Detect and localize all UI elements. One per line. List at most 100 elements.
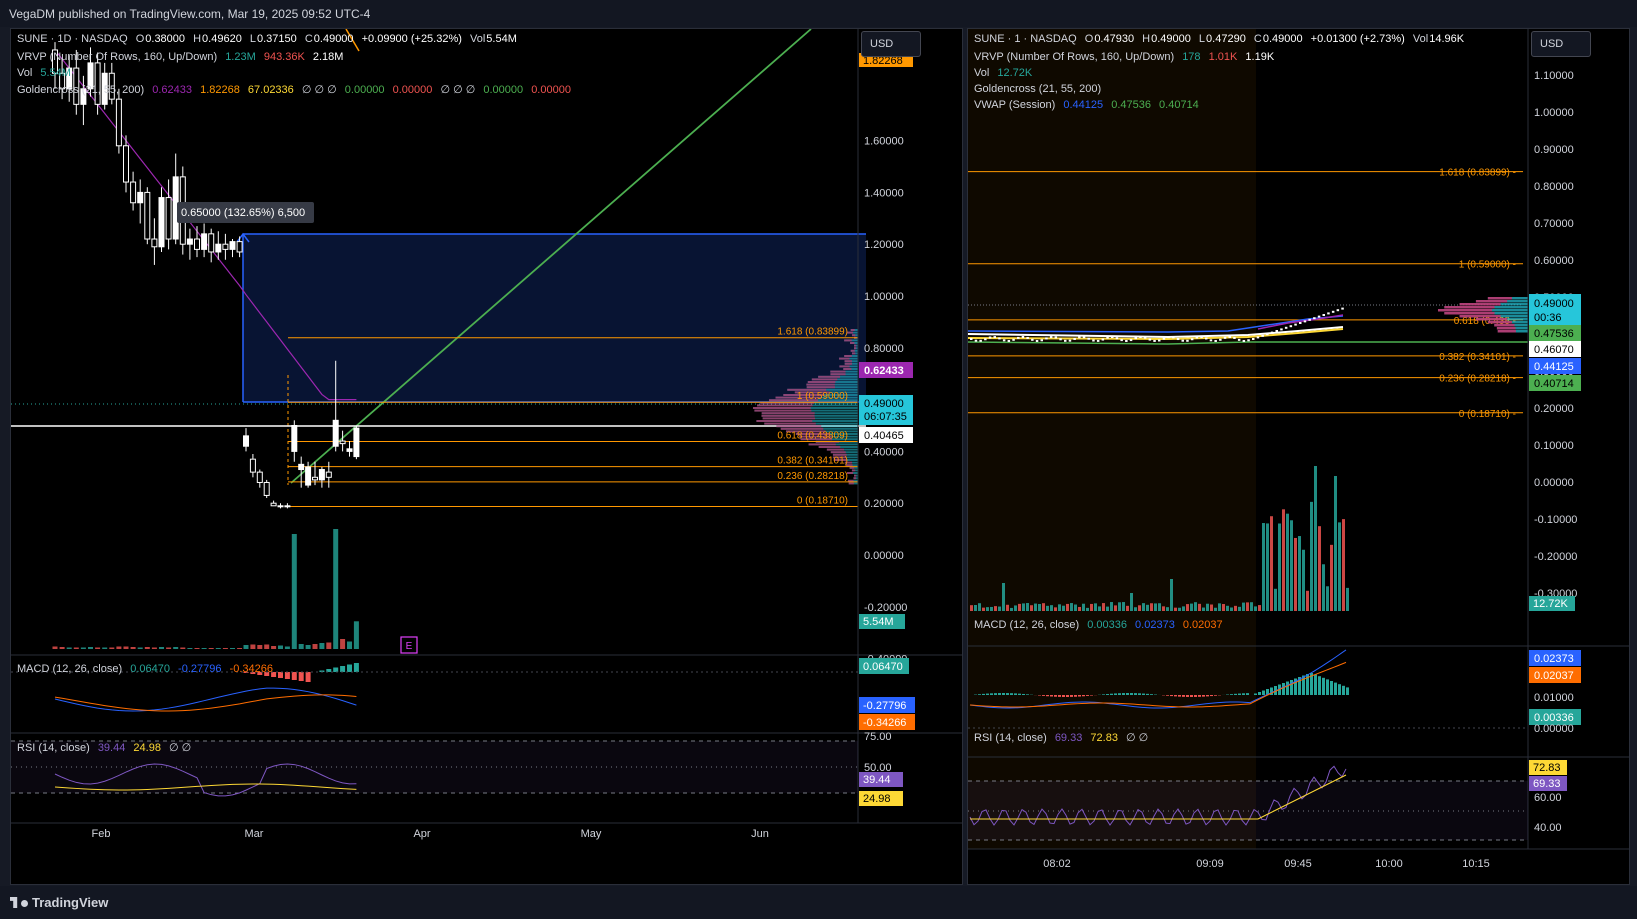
vrvp-down-bar: [1444, 306, 1494, 309]
volume-bar: [1250, 602, 1253, 611]
macd-histogram-bar: [1078, 695, 1081, 697]
volume-bar: [1202, 608, 1205, 611]
candle-body: [306, 467, 311, 485]
macd-legend[interactable]: MACD (12, 26, close) 0.06470 -0.27796 -0…: [17, 663, 278, 675]
candle-body: [1196, 336, 1199, 338]
volume-bar: [74, 648, 79, 650]
volume-bar: [1018, 604, 1021, 611]
volume-bar: [1022, 603, 1025, 611]
candle-body: [1219, 339, 1222, 341]
candle-body: [1026, 337, 1029, 339]
rsi-axis-75: 75.00: [864, 731, 892, 743]
countdown-badge: 06:07:35: [864, 411, 907, 423]
candle-body: [292, 426, 297, 452]
time-axis-label: Feb: [92, 828, 111, 840]
measure-box[interactable]: [243, 234, 866, 402]
vrvp-down-bar: [850, 342, 854, 344]
candle-body: [1294, 324, 1297, 326]
vrvp-down-bar: [1460, 303, 1501, 306]
candle-body: [319, 470, 324, 480]
volume-bar: [1210, 605, 1213, 611]
candle-body: [237, 242, 242, 252]
intraday-chart-pane[interactable]: 1.618 (0.83899) -1 (0.59000) -0.618 (0.4…: [967, 28, 1630, 885]
tradingview-logo[interactable]: TradingView: [10, 895, 108, 910]
volume-bar: [1262, 523, 1265, 611]
fib-level-label: 0 (0.18710): [797, 496, 848, 507]
volume-bar: [1282, 509, 1285, 611]
rsi-badge: 69.33: [1533, 778, 1561, 790]
candle-body: [994, 336, 997, 338]
macd-axis-001: 0.01000: [1534, 692, 1574, 704]
volume-bar: [1174, 608, 1177, 611]
candle-body: [1158, 339, 1161, 341]
candle-body: [1252, 338, 1255, 340]
candle-body: [975, 340, 978, 342]
candle-body: [1078, 336, 1081, 338]
candle-body: [1088, 338, 1091, 340]
earnings-marker-label: E: [406, 641, 413, 652]
vrvp-down-bar: [1494, 324, 1514, 327]
macd-histogram-bar: [1118, 693, 1121, 695]
daily-chart-pane[interactable]: 1.618 (0.83899) 1 (0.59000) 0.618 (0.43809…: [10, 28, 963, 885]
vrvp-down-bar: [839, 358, 849, 360]
volume-bar: [102, 648, 107, 650]
candle-body: [1083, 336, 1086, 338]
volume-legend[interactable]: Vol 5.54M: [17, 67, 76, 79]
volume-legend[interactable]: Vol 12.72K: [974, 67, 1037, 79]
volume-bar: [159, 647, 164, 649]
macd-histogram-bar: [1018, 694, 1021, 695]
candle-body: [1233, 337, 1236, 339]
macd-histogram-bar: [1130, 693, 1133, 695]
rsi-legend[interactable]: RSI (14, close) 39.44 24.98 ∅ ∅: [17, 741, 196, 754]
macd-histogram-bar: [986, 694, 989, 695]
candle-body: [244, 436, 249, 446]
symbol-label[interactable]: SUNE · 1D · NASDAQ: [17, 33, 128, 45]
intraday-chart-canvas[interactable]: 1.618 (0.83899) -1 (0.59000) -0.618 (0.4…: [968, 29, 1629, 884]
candle-body: [1022, 336, 1024, 338]
goldencross-legend[interactable]: Goldencross (21, 55, 200): [974, 83, 1106, 95]
macd-histogram-bar: [1258, 692, 1261, 695]
macd-histogram-bar: [1122, 693, 1125, 695]
volume-bar: [166, 648, 171, 650]
candle-body: [116, 99, 121, 146]
macd-legend[interactable]: MACD (12, 26, close) 0.00336 0.02373 0.0…: [974, 619, 1228, 631]
volume-bar: [1002, 583, 1005, 611]
macd-histogram-bar: [978, 694, 981, 695]
symbol-label[interactable]: SUNE · 1 · NASDAQ: [974, 33, 1077, 45]
macd-histogram-bar: [1026, 694, 1029, 695]
volume-bar: [1010, 608, 1013, 611]
vrvp-down-bar: [808, 381, 836, 383]
volume-bar: [1238, 607, 1241, 611]
volume-bar: [124, 647, 129, 650]
candle-body: [1210, 339, 1213, 341]
vrvp-legend[interactable]: VRVP (Number Of Rows, 160, Up/Down) 178 …: [974, 51, 1279, 63]
macd-histogram-bar: [1234, 694, 1237, 695]
volume-bar: [1114, 605, 1117, 611]
goldencross-legend[interactable]: Goldencross (21, 55, 200) 0.62433 1.8226…: [17, 83, 576, 96]
candle-body: [264, 482, 269, 495]
macd-histogram-bar: [1238, 694, 1241, 695]
volume-bar: [1014, 605, 1017, 611]
candle-body: [340, 441, 345, 444]
currency-selector[interactable]: USD: [1531, 31, 1591, 57]
vrvp-down-bar: [781, 428, 823, 430]
vwap-legend[interactable]: VWAP (Session) 0.44125 0.47536 0.40714: [974, 99, 1204, 111]
rsi-ma-badge: 24.98: [863, 793, 891, 805]
vrvp-legend[interactable]: VRVP (Number Of Rows, 160, Up/Down) 1.23…: [17, 51, 348, 63]
candle-body: [347, 449, 352, 452]
currency-selector[interactable]: USD: [861, 31, 921, 57]
candle-body: [1069, 340, 1072, 342]
macd-histogram-bar: [1174, 695, 1177, 696]
macd-histogram-bar: [1090, 695, 1093, 696]
volume-bar: [1050, 605, 1053, 611]
vwap-badge: 0.44125: [1534, 361, 1574, 373]
candle-body: [187, 239, 192, 244]
price-axis-label: 0.90000: [1534, 144, 1574, 156]
candle-body: [1257, 336, 1260, 338]
rsi-legend[interactable]: RSI (14, close) 69.33 72.83 ∅ ∅: [974, 731, 1153, 744]
volume-bar: [299, 644, 304, 649]
macd-histogram-bar: [347, 665, 352, 673]
daily-chart-canvas[interactable]: 1.618 (0.83899) 1 (0.59000) 0.618 (0.43809…: [11, 29, 962, 884]
volume-bar: [257, 645, 262, 649]
volume-bar: [244, 645, 249, 649]
